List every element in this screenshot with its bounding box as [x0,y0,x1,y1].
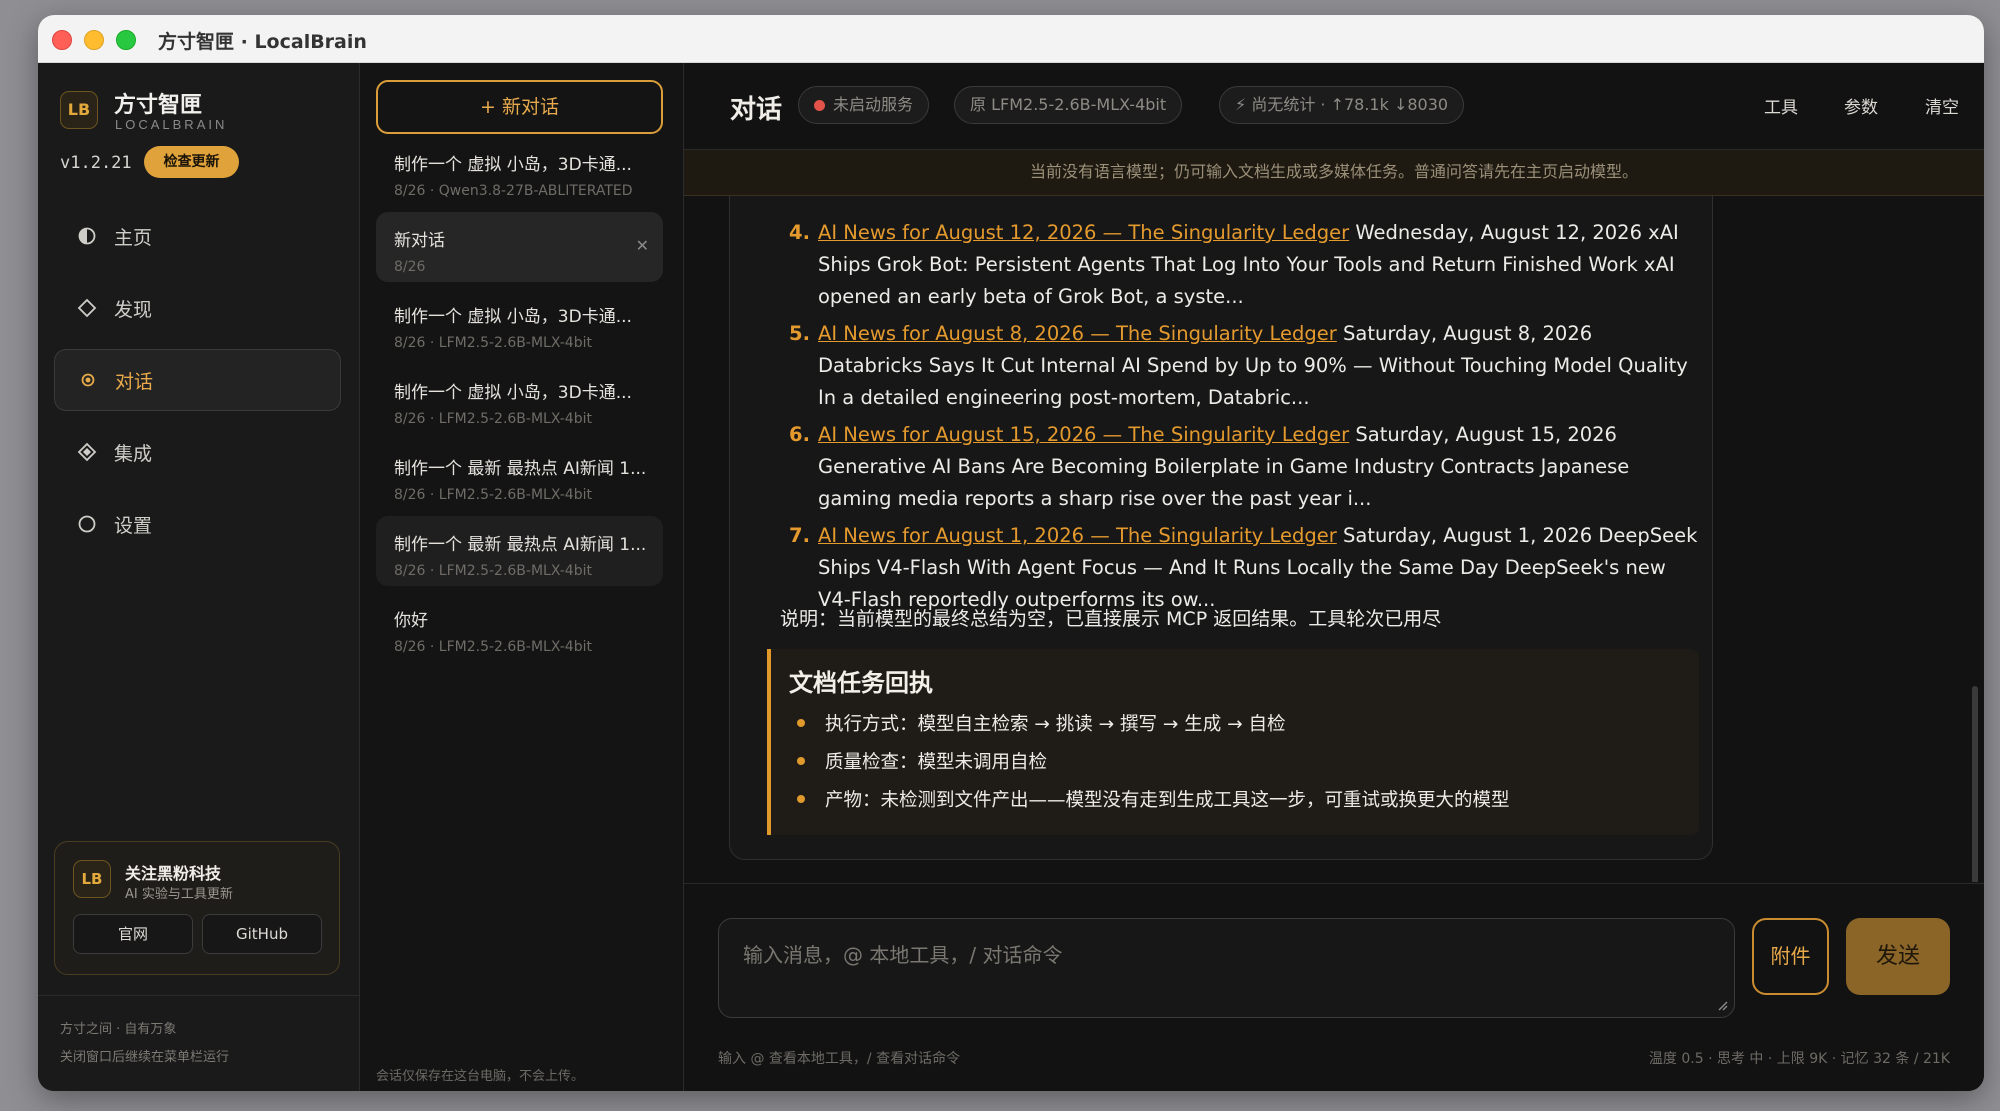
close-icon[interactable]: ✕ [636,236,649,256]
brand-name: 方寸智匣 [114,93,203,118]
service-status-label: 未启动服务 [833,95,914,114]
sidebar-item-settings[interactable]: 设置 [54,493,341,555]
sidebar-item-chat[interactable]: 对话 [54,349,341,411]
conversation-item[interactable]: 制作一个 虚拟 小岛，3D卡通... 8/26 · LFM2.5-2.6B-ML… [376,288,663,358]
sidebar-footer-note: 关闭窗口后继续在菜单栏运行 [60,1050,230,1065]
title-bar: 方寸智匣 · LocalBrain [38,15,1984,63]
conversation-meta: 8/26 · LFM2.5-2.6B-MLX-4bit [394,639,592,655]
conversation-meta: 8/26 · LFM2.5-2.6B-MLX-4bit [394,563,592,579]
news-number: 7. [789,524,810,547]
receipt-item: 执行方式：模型自主检索 → 挑读 → 撰写 → 生成 → 自检 [797,710,1286,736]
chat-icon [77,369,99,391]
conversation-title: 制作一个 最新 最热点 AI新闻 1... [394,535,645,555]
generation-stats: 温度 0.5 · 思考 中 · 上限 9K · 记忆 32 条 / 21K [1648,1051,1950,1067]
website-button[interactable]: 官网 [73,914,193,954]
sidebar-item-label: 主页 [114,226,153,249]
conversation-meta: 8/26 · LFM2.5-2.6B-MLX-4bit [394,411,592,427]
params-button[interactable]: 参数 [1844,93,1878,118]
page-title: 对话 [730,95,783,125]
conversation-list: + 新对话 制作一个 虚拟 小岛，3D卡通... 8/26 · Qwen3.8-… [360,63,684,1091]
sidebar-item-label: 发现 [114,298,153,321]
conversation-item[interactable]: 制作一个 虚拟 小岛，3D卡通... 8/26 · LFM2.5-2.6B-ML… [376,364,663,434]
github-button[interactable]: GitHub [202,914,322,954]
minimize-window-button[interactable] [84,30,104,50]
close-window-button[interactable] [52,30,72,50]
news-number: 5. [789,322,810,345]
scrollbar-thumb[interactable] [1972,686,1978,882]
assistant-message: 4. AI News for August 12, 2026 — The Sin… [729,196,1713,860]
sidebar-item-discover[interactable]: 发现 [54,277,341,339]
sidebar-item-label: 对话 [115,370,154,393]
token-stats-badge: ⚡ 尚无统计 · ↑78.1k ↓8030 [1219,86,1465,124]
message-scroll-area[interactable]: 4. AI News for August 12, 2026 — The Sin… [684,196,1984,882]
brand-subtitle: LOCALBRAIN [115,117,228,132]
sidebar: LB 方寸智匣 LOCALBRAIN v1.2.21 检查更新 主页 发现 对话… [38,63,360,1091]
conversation-item[interactable]: 你好 8/26 · LFM2.5-2.6B-MLX-4bit [376,592,663,662]
version-label: v1.2.21 [60,153,132,173]
conversation-item[interactable]: 制作一个 最新 最热点 AI新闻 1... 8/26 · LFM2.5-2.6B… [376,516,663,586]
conversation-title: 制作一个 虚拟 小岛，3D卡通... [394,383,632,403]
conversation-title: 制作一个 最新 最热点 AI新闻 1... [394,459,645,479]
news-number: 6. [789,423,810,446]
sidebar-item-label: 集成 [114,442,153,465]
message-input-placeholder: 输入消息，@ 本地工具，/ 对话命令 [743,943,1063,967]
clear-button[interactable]: 清空 [1925,93,1959,118]
check-update-button[interactable]: 检查更新 [144,146,239,178]
sidebar-slogan: 方寸之间 · 自有万象 [60,1022,177,1037]
follow-title: 关注黑粉科技 [125,864,222,883]
conversation-title: 制作一个 虚拟 小岛，3D卡通... [394,155,632,175]
settings-icon [76,513,98,535]
resize-grip-icon[interactable] [1716,999,1728,1011]
sidebar-nav: 主页 发现 对话 集成 设置 [54,205,341,565]
conversation-meta: 8/26 · LFM2.5-2.6B-MLX-4bit [394,335,592,351]
follow-logo: LB [73,860,111,898]
attach-button[interactable]: 附件 [1752,918,1829,995]
receipt-item: 产物：未检测到文件产出——模型没有走到生成工具这一步，可重试或换更大的模型 [797,786,1510,812]
window-title: 方寸智匣 · LocalBrain [158,31,367,53]
conversation-item[interactable]: 制作一个 最新 最热点 AI新闻 1... 8/26 · LFM2.5-2.6B… [376,440,663,510]
conversation-meta: 8/26 · LFM2.5-2.6B-MLX-4bit [394,487,592,503]
conversation-title: 新对话 [394,231,445,251]
result-note: 说明：当前模型的最终总结为空，已直接展示 MCP 返回结果。工具轮次已用尽 [780,608,1442,630]
news-link[interactable]: AI News for August 1, 2026 — The Singula… [818,524,1337,547]
task-receipt: 文档任务回执 执行方式：模型自主检索 → 挑读 → 撰写 → 生成 → 自检 质… [767,649,1699,835]
conversation-item[interactable]: 制作一个 虚拟 小岛，3D卡通... 8/26 · Qwen3.8-27B-AB… [376,136,663,206]
chat-header: 对话 未启动服务 原 LFM2.5-2.6B-MLX-4bit ⚡ 尚无统计 ·… [684,63,1984,150]
sidebar-item-integration[interactable]: 集成 [54,421,341,483]
composer-hint: 输入 @ 查看本地工具，/ 查看对话命令 [718,1051,961,1067]
discover-icon [76,297,98,319]
integration-icon [76,441,98,463]
service-status-badge[interactable]: 未启动服务 [798,86,930,124]
app-window: 方寸智匣 · LocalBrain LB 方寸智匣 LOCALBRAIN v1.… [38,15,1984,1091]
home-icon [76,225,98,247]
sidebar-item-home[interactable]: 主页 [54,205,341,267]
news-link[interactable]: AI News for August 12, 2026 — The Singul… [818,221,1349,244]
conversation-meta: 8/26 [394,259,426,275]
conversation-title: 你好 [394,611,428,631]
no-model-banner: 当前没有语言模型；仍可输入文档生成或多媒体任务。普通问答请先在主页启动模型。 [684,150,1984,196]
conversation-meta: 8/26 · Qwen3.8-27B-ABLITERATED [394,183,633,199]
follow-card: LB 关注黑粉科技 AI 实验与工具更新 官网 GitHub [54,841,340,975]
app-logo: LB [60,91,98,129]
new-chat-button[interactable]: + 新对话 [376,80,663,134]
composer-divider [684,883,1984,884]
news-number: 4. [789,221,810,244]
message-input[interactable]: 输入消息，@ 本地工具，/ 对话命令 [718,918,1735,1018]
tools-button[interactable]: 工具 [1764,93,1798,118]
receipt-title: 文档任务回执 [789,669,933,697]
chat-main: 对话 未启动服务 原 LFM2.5-2.6B-MLX-4bit ⚡ 尚无统计 ·… [684,63,1984,1091]
conversation-item-selected[interactable]: 新对话 8/26 ✕ [376,212,663,282]
news-link[interactable]: AI News for August 15, 2026 — The Singul… [818,423,1349,446]
send-button[interactable]: 发送 [1846,918,1950,995]
news-link[interactable]: AI News for August 8, 2026 — The Singula… [818,322,1337,345]
sidebar-divider [38,995,359,996]
receipt-item: 质量检查：模型未调用自检 [796,748,1047,774]
sidebar-item-label: 设置 [114,514,153,537]
conversation-title: 制作一个 虚拟 小岛，3D卡通... [394,307,632,327]
status-dot-icon [814,100,825,111]
follow-subtitle: AI 实验与工具更新 [125,887,233,902]
zoom-window-button[interactable] [116,30,136,50]
privacy-note: 会话仅保存在这台电脑，不会上传。 [376,1069,585,1084]
model-badge[interactable]: 原 LFM2.5-2.6B-MLX-4bit [954,86,1183,124]
